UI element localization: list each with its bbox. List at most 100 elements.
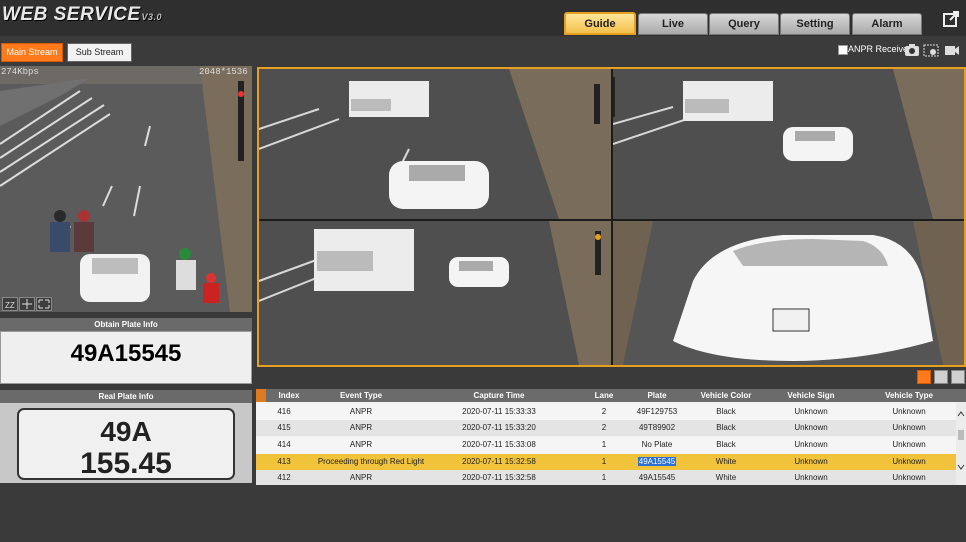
col-vehicle-type[interactable]: Vehicle Type — [872, 389, 946, 402]
bottom-area — [0, 486, 966, 542]
app-logo: WEB SERVICEV3.0 — [2, 4, 162, 26]
quad-view-icon[interactable] — [934, 370, 948, 384]
cell-lane: 1 — [601, 473, 607, 482]
scroll-up-icon[interactable] — [957, 411, 965, 417]
cell-sign: Unknown — [794, 423, 828, 432]
cell-lane: 1 — [601, 457, 607, 466]
plate-crop-line1: 49A — [100, 416, 151, 447]
anpr-receive-checkbox[interactable] — [838, 45, 848, 55]
svg-text:ZZ: ZZ — [5, 301, 15, 310]
live-video-main[interactable] — [0, 66, 252, 312]
col-capture-time[interactable]: Capture Time — [434, 389, 564, 402]
cell-color: White — [715, 473, 737, 482]
cell-lane: 1 — [601, 440, 607, 449]
single-view-icon[interactable] — [917, 370, 931, 384]
cell-event: ANPR — [349, 423, 373, 432]
cell-index: 414 — [277, 440, 291, 449]
tab-alarm[interactable]: Alarm — [852, 13, 922, 35]
col-vehicle-sign[interactable]: Vehicle Sign — [776, 389, 846, 402]
cell-plate: 49T89902 — [638, 423, 676, 432]
cell-plate-highlighted[interactable]: 49A15545 — [637, 457, 677, 466]
real-plate-title: Real Plate Info — [0, 390, 252, 403]
record-icon[interactable] — [944, 43, 960, 57]
capture-grid[interactable] — [257, 67, 966, 367]
cell-color: Black — [716, 423, 736, 432]
settings-icon[interactable] — [923, 43, 939, 57]
capture-cell-4[interactable] — [613, 221, 964, 365]
table-row[interactable]: 415 ANPR 2020-07-11 15:33:20 2 49T89902 … — [256, 420, 956, 436]
col-plate[interactable]: Plate — [626, 389, 688, 402]
anpr-receive-label: ANPR Receive — [848, 44, 909, 54]
cell-type: Unknown — [892, 473, 926, 482]
cell-event: ANPR — [349, 407, 373, 416]
cell-type: Unknown — [892, 440, 926, 449]
plate-crop: 49A 155.45 — [0, 403, 252, 483]
col-vehicle-color[interactable]: Vehicle Color — [688, 389, 764, 402]
cell-index: 416 — [277, 407, 291, 416]
capture-cell-3[interactable] — [259, 221, 611, 365]
cell-color: White — [715, 457, 737, 466]
logo-text: WEB SERVICE — [2, 4, 141, 25]
toolbar — [0, 36, 966, 66]
real-plate-image: 49A 155.45 — [0, 403, 252, 483]
col-index[interactable]: Index — [268, 389, 310, 402]
sub-stream-button[interactable]: Sub Stream — [67, 43, 132, 62]
capture-scene-4 — [613, 221, 964, 365]
tab-setting[interactable]: Setting — [780, 13, 850, 35]
tab-query[interactable]: Query — [709, 13, 779, 35]
cell-plate-cell: 49A15545 — [626, 454, 688, 470]
ptz-icon[interactable] — [19, 297, 35, 311]
scroll-thumb[interactable] — [958, 430, 964, 440]
cell-plate: No Plate — [641, 440, 673, 449]
col-event-type[interactable]: Event Type — [310, 389, 412, 402]
cell-index: 412 — [277, 473, 291, 482]
table-row[interactable]: 416 ANPR 2020-07-11 15:33:33 2 49F129753… — [256, 404, 956, 420]
tab-guide[interactable]: Guide — [564, 12, 636, 35]
capture-scene-2 — [613, 69, 964, 219]
logo-version: V3.0 — [141, 12, 163, 22]
video-scene — [0, 66, 252, 312]
cell-event: Proceeding through Red Light — [317, 457, 425, 466]
capture-cell-2[interactable] — [613, 69, 964, 219]
event-table-header: Index Event Type Capture Time Lane Plate… — [256, 389, 966, 402]
cell-type: Unknown — [892, 423, 926, 432]
capture-cell-1[interactable] — [259, 69, 611, 219]
plate-crop-line2: 155.45 — [80, 447, 172, 480]
resolution-readout: 2048*1536 — [199, 67, 248, 77]
cell-plate: 49F129753 — [636, 407, 678, 416]
obtain-plate-title: Obtain Plate Info — [0, 318, 252, 331]
col-lane[interactable]: Lane — [582, 389, 626, 402]
table-row[interactable]: 412 ANPR 2020-07-11 15:32:58 1 49A15545 … — [256, 470, 956, 485]
export-icon[interactable] — [942, 10, 960, 28]
cell-index: 415 — [277, 423, 291, 432]
table-row[interactable]: 414 ANPR 2020-07-11 15:33:08 1 No Plate … — [256, 437, 956, 453]
bitrate-readout: 274Kbps — [1, 67, 39, 77]
capture-scene-3 — [259, 221, 611, 365]
cell-type: Unknown — [892, 407, 926, 416]
cell-sign: Unknown — [794, 457, 828, 466]
scroll-down-icon[interactable] — [957, 464, 965, 470]
zoom-icon[interactable]: ZZ — [2, 297, 18, 311]
select-all-marker[interactable] — [256, 389, 266, 402]
snapshot-icon[interactable] — [904, 43, 920, 57]
cell-time: 2020-07-11 15:33:20 — [462, 423, 536, 432]
fullscreen-icon[interactable] — [36, 297, 52, 311]
capture-scene-1 — [259, 69, 611, 219]
tab-live[interactable]: Live — [638, 13, 708, 35]
obtained-plate-value: 49A15545 — [70, 340, 182, 367]
table-scrollbar[interactable] — [956, 402, 966, 485]
cell-event: ANPR — [349, 440, 373, 449]
table-row-selected[interactable]: 413 Proceeding through Red Light 2020-07… — [256, 454, 956, 470]
cell-lane: 2 — [601, 407, 607, 416]
grid-fullscreen-icon[interactable] — [951, 370, 965, 384]
cell-event: ANPR — [349, 473, 373, 482]
cell-color: Black — [716, 440, 736, 449]
cell-color: Black — [716, 407, 736, 416]
cell-type: Unknown — [892, 457, 926, 466]
cell-sign: Unknown — [794, 473, 828, 482]
cell-time: 2020-07-11 15:33:08 — [462, 440, 536, 449]
cell-sign: Unknown — [794, 407, 828, 416]
cell-plate: 49A15545 — [638, 473, 676, 482]
main-stream-button[interactable]: Main Stream — [1, 43, 63, 62]
cell-time: 2020-07-11 15:33:33 — [462, 407, 536, 416]
